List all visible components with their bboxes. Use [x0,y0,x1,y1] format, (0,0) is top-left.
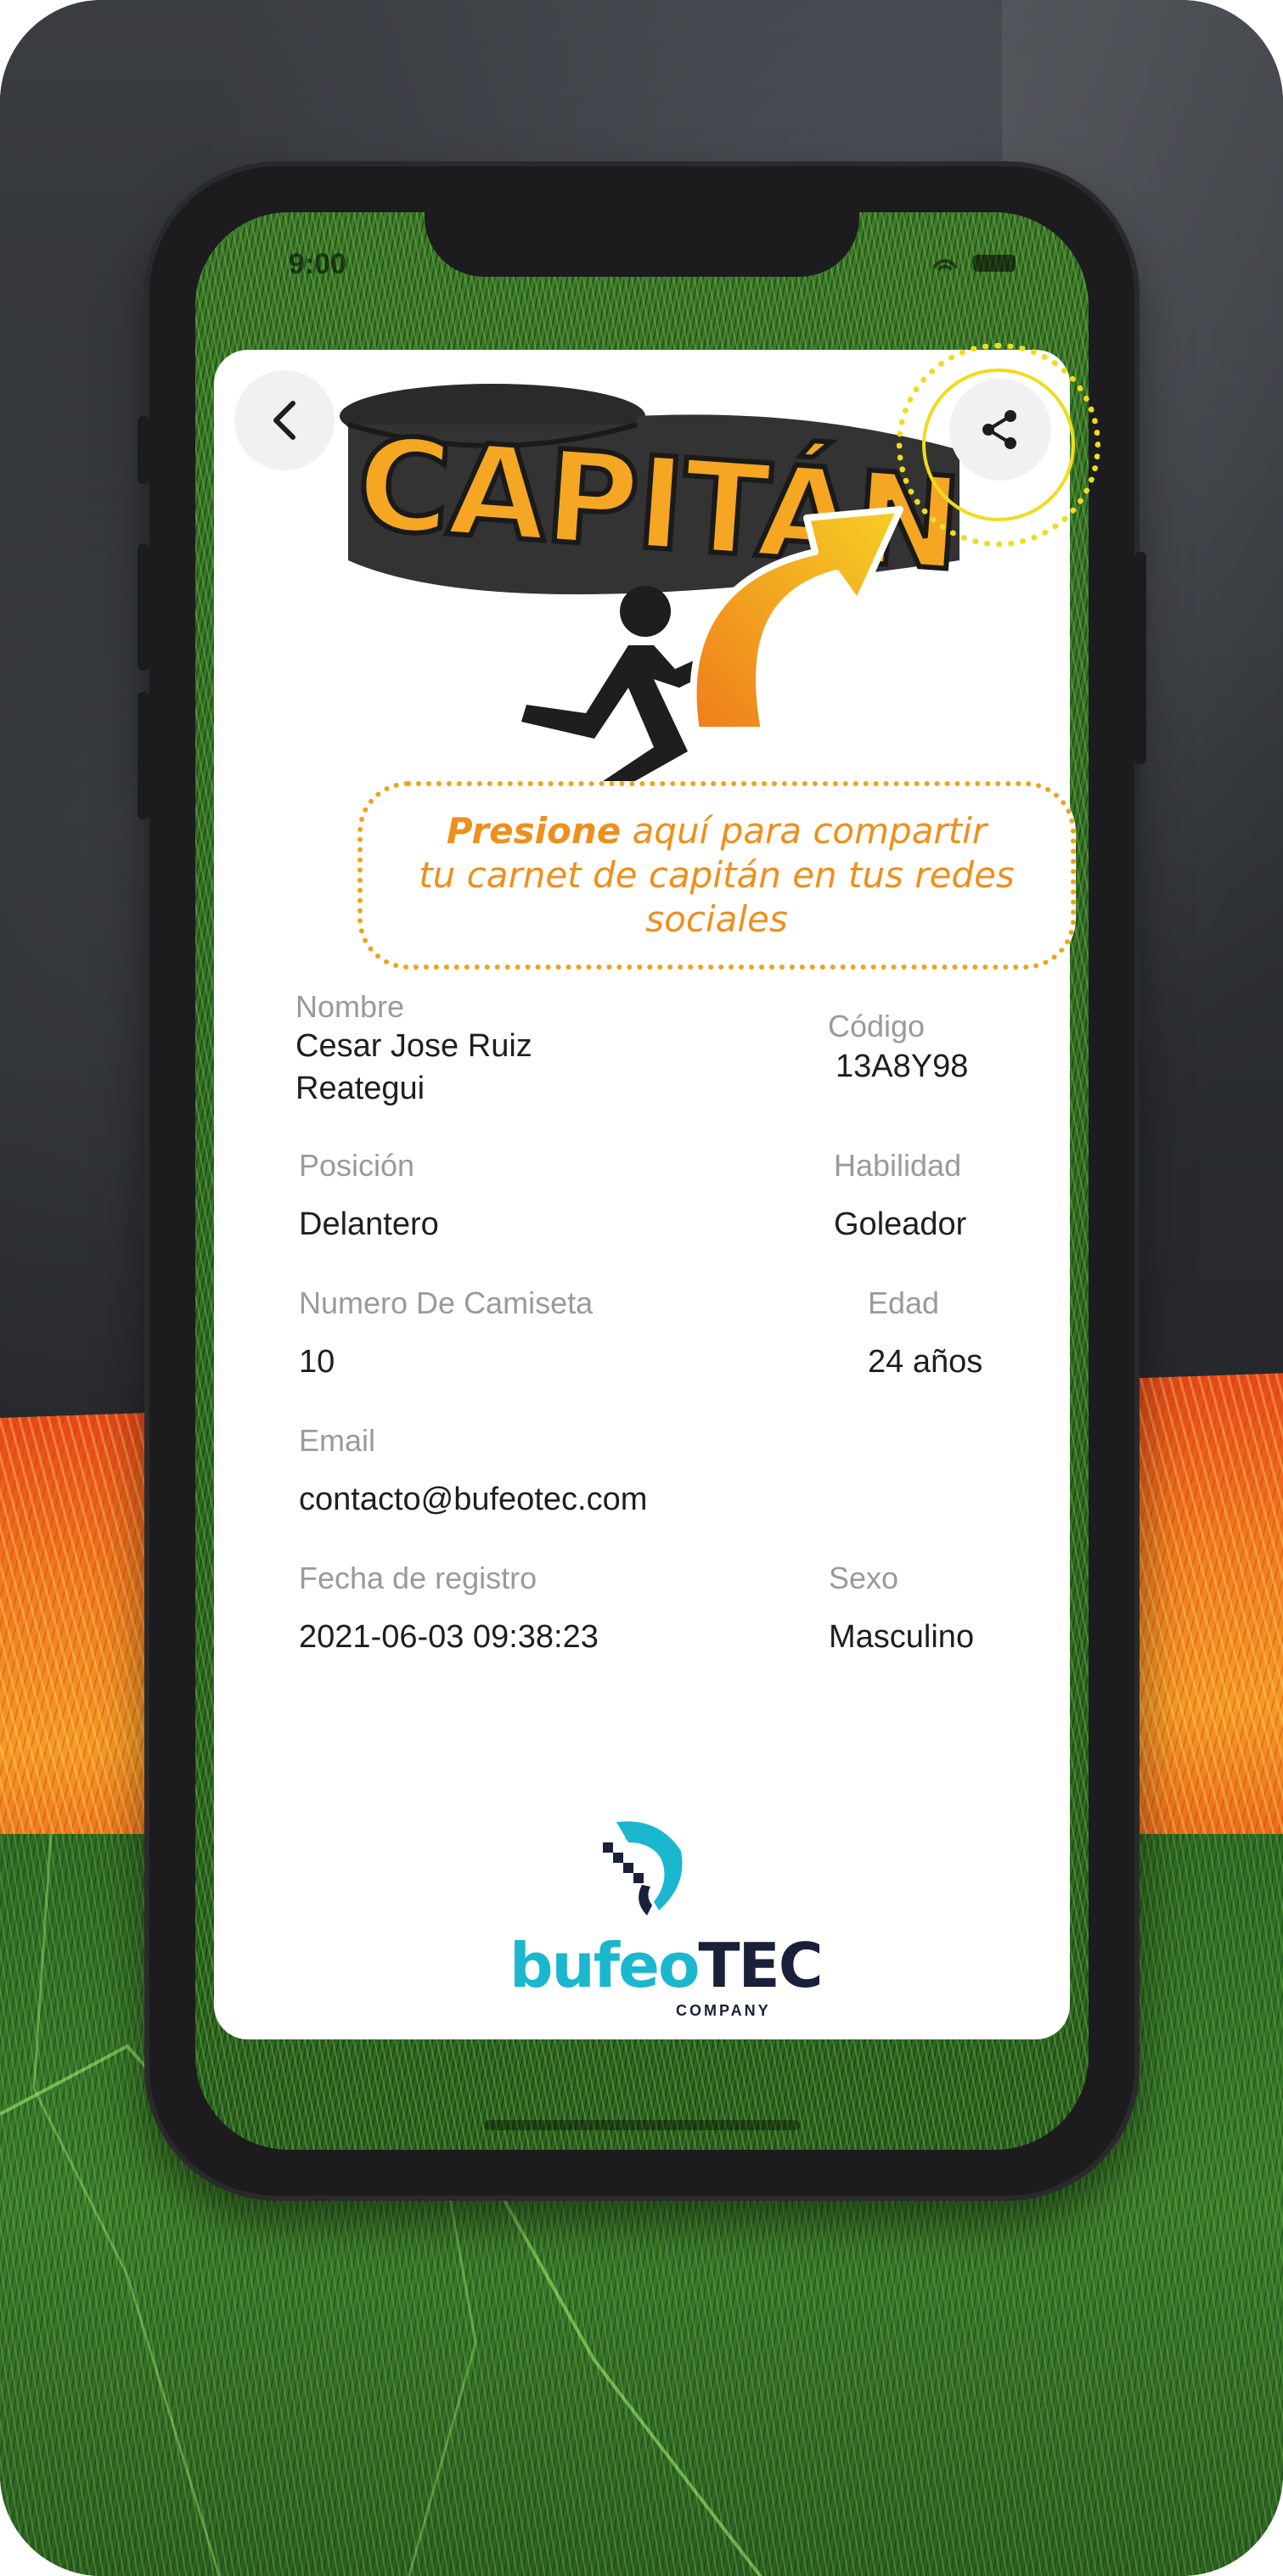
brand-company: COMPANY [676,2002,771,2019]
tooltip-line-1-rest: aquí para compartir [621,810,988,852]
sexo-value: Masculino [829,1619,975,1655]
phone-volume-down [138,692,149,819]
posicion-label: Posición [299,1148,415,1183]
email-value: contacto@bufeotec.com [299,1482,648,1517]
nombre-value-line-1: Cesar Jose Ruiz [295,1028,532,1064]
brand-wordmark: bufeoTEC [509,1930,824,2001]
tooltip-line-1: Presione aquí para compartir [447,809,987,853]
sexo-label: Sexo [829,1561,899,1595]
posicion-value: Delantero [299,1206,439,1242]
tooltip-line-3: sociales [645,898,788,940]
registro-label: Fecha de registro [299,1561,537,1595]
phone-side-button [138,416,149,484]
registro-value: 2021-06-03 09:38:23 [299,1619,599,1655]
edad-value: 24 años [868,1344,983,1380]
phone-volume-up [138,543,149,671]
brand-bufeo: bufeo [509,1930,700,2001]
camiseta-value: 10 [299,1344,335,1380]
home-indicator [484,2120,800,2130]
nombre-value-line-2: Reategui [295,1071,425,1106]
email-label: Email [299,1423,376,1458]
status-time: 9:00 [289,248,347,280]
codigo-label: Código [828,1009,926,1043]
back-button[interactable] [234,370,335,470]
habilidad-label: Habilidad [834,1148,962,1183]
status-icons [932,255,1016,272]
edad-label: Edad [868,1285,940,1320]
phone-notch [425,166,859,277]
nombre-label: Nombre [295,989,405,1024]
share-highlight-ring-inner [922,368,1075,521]
share-tooltip: Presione aquí para compartir tu carnet d… [357,781,1076,970]
phone-power-button [1134,552,1146,764]
pointer-arrow [689,506,903,734]
dolphin-logo-icon [603,1821,683,1915]
habilidad-value: Goleador [834,1206,967,1242]
codigo-value: 13A8Y98 [836,1049,969,1084]
tooltip-highlight: Presione [446,810,622,852]
tooltip-line-2: tu carnet de capitán en tus redes [419,854,1015,896]
camiseta-label: Numero De Camiseta [299,1285,594,1320]
chevron-left-icon [273,401,295,440]
brand-tec: TEC [698,1930,823,2001]
